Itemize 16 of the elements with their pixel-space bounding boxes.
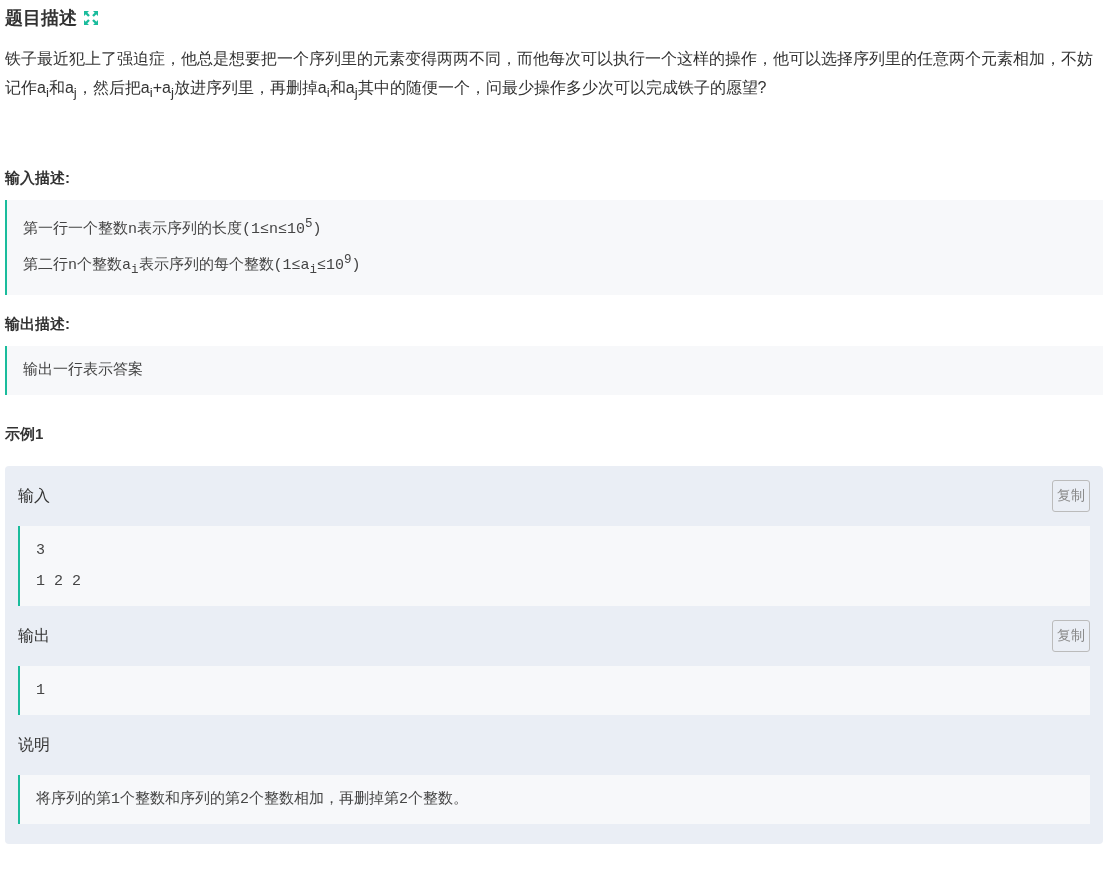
code-text: 3	[36, 542, 45, 560]
section-title: 题目描述	[5, 7, 77, 30]
block-label: 输入	[18, 485, 50, 506]
example-title: 示例1	[5, 425, 45, 445]
section-heading: 输入描述:	[5, 169, 71, 189]
block-text: 输出一行表示答案	[23, 362, 143, 380]
expand-icon[interactable]	[83, 10, 99, 26]
block-label: 说明	[18, 734, 50, 755]
code-text: 将序列的第1个整数和序列的第2个整数相加，再删掉第2个整数。	[36, 791, 468, 809]
problem-description: 铁子最近犯上了强迫症，他总是想要把一个序列里的元素变得两两不同，而他每次可以执行一个这样的操作，他可以选择序列里的任意两个元素相加，不妨记作a$_{i}$和a$_{j}$，然后把a$_{i}$+a$_{j}$放进序列里，再删掉a$_{i}$和a$_{j}$其中的随便一个，问最少操作多少次可以完成铁子的愿望?	[5, 49, 1094, 103]
copy-button[interactable]: 复制	[1052, 480, 1090, 513]
code-text: 1 2 2	[36, 573, 81, 591]
block-label: 输出	[18, 625, 50, 646]
copy-button[interactable]: 复制	[1052, 620, 1090, 653]
section-heading: 输出描述:	[5, 315, 71, 335]
code-text: 1	[36, 682, 45, 700]
